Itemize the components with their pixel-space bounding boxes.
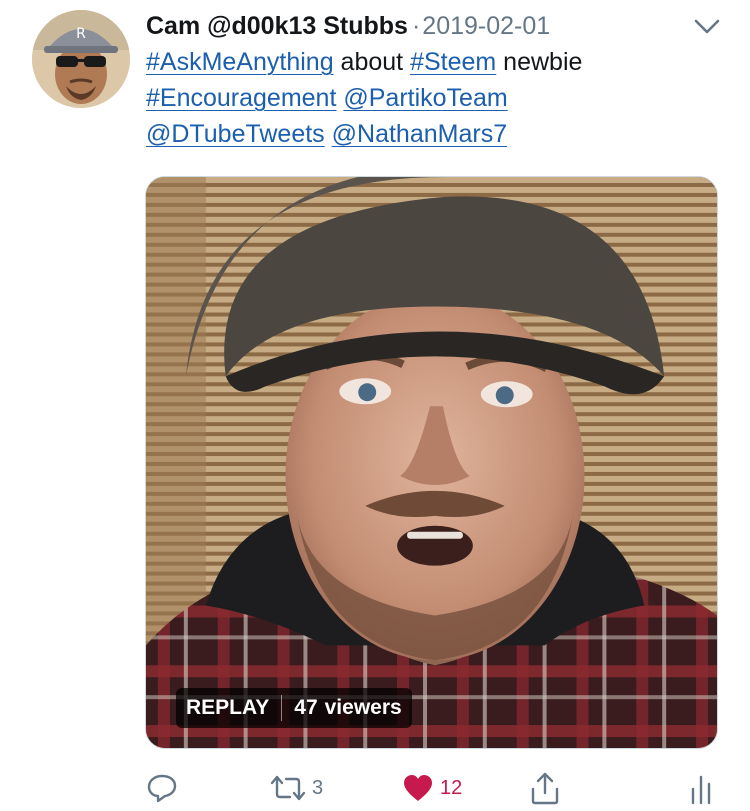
tweet-text-fragment: about [333,48,411,76]
like-count: 12 [440,776,463,799]
retweet-count: 3 [312,776,324,799]
reply-icon [147,774,177,803]
hashtag-link[interactable]: #AskMeAnything [146,48,334,76]
tweet-text: #AskMeAnything about #Steem newbie #Enco… [146,44,706,152]
tweet-actions: 3 12 [0,766,750,810]
tweet-date[interactable]: 2019-02-01 [422,12,550,40]
tweet-text-fragment [325,120,332,148]
tweet-card: R Cam @d00k13 Stubbs ·2019-02-01 #AskMeAn… [0,0,750,811]
tweet-menu-button[interactable] [692,14,722,38]
replay-badge[interactable]: REPLAY 47 viewers [176,688,412,728]
replay-label: REPLAY [186,696,270,719]
analytics-button[interactable] [690,766,714,810]
video-player[interactable] [145,176,718,749]
heart-icon [404,775,432,801]
retweet-button[interactable]: 3 [270,766,323,810]
viewer-count-label: viewers [324,696,402,719]
like-button[interactable]: 12 [402,766,462,810]
tweet-text-fragment: newbie [496,48,583,76]
badge-divider [281,695,283,721]
hashtag-link[interactable]: #Encouragement [146,84,336,112]
viewer-count: 47 viewers [294,696,401,720]
analytics-icon [691,775,711,805]
video-thumbnail [146,177,717,748]
hashtag-link[interactable]: #Steem [410,48,496,76]
avatar-image: R [32,10,130,108]
avatar[interactable]: R [32,10,130,108]
share-button[interactable] [530,766,560,810]
author-name[interactable]: Cam @d00k13 Stubbs [146,12,408,40]
mention-link[interactable]: @NathanMars7 [332,120,507,148]
mention-link[interactable]: @PartikoTeam [343,84,507,112]
retweet-icon [270,775,306,801]
header-separator: · [411,12,421,40]
svg-text:R: R [76,26,86,42]
chevron-down-icon [694,19,720,34]
viewer-count-number: 47 [294,696,318,719]
share-icon [531,772,559,805]
mention-link[interactable]: @DTubeTweets [146,120,325,148]
reply-button[interactable] [146,766,184,810]
tweet-header: Cam @d00k13 Stubbs ·2019-02-01 [146,8,690,44]
